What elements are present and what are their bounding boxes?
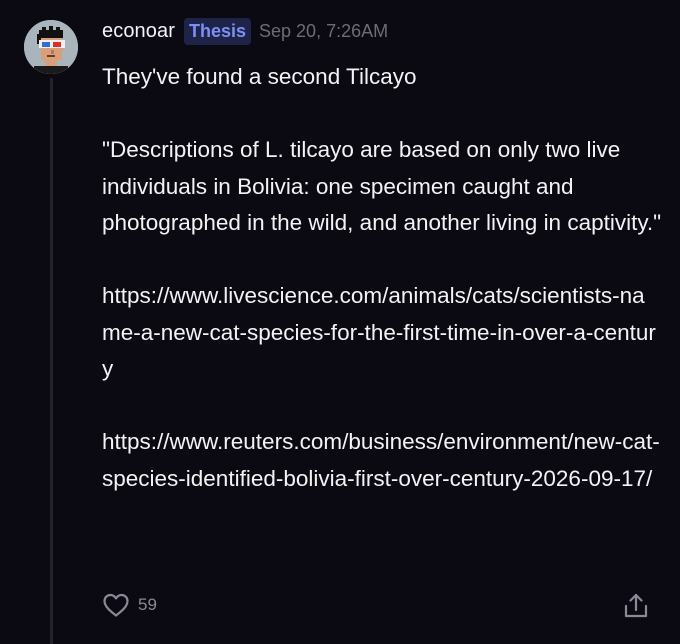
pixel-avatar-icon xyxy=(24,20,78,74)
post-actions: 59 xyxy=(100,592,660,622)
post-header: econoar Thesis Sep 20, 7:26AM xyxy=(102,16,388,46)
post-quote: "Descriptions of L. tilcayo are based on… xyxy=(102,137,662,235)
post-body: They've found a second Tilcayo "Descript… xyxy=(102,59,662,497)
post-card: econoar Thesis Sep 20, 7:26AM They've fo… xyxy=(0,0,680,644)
thread-line xyxy=(50,78,53,644)
like-button[interactable]: 59 xyxy=(102,592,157,618)
heart-icon xyxy=(103,593,129,617)
username[interactable]: econoar xyxy=(102,20,175,43)
post-link[interactable]: https://www.reuters.com/business/environ… xyxy=(102,424,662,497)
avatar[interactable] xyxy=(24,20,78,74)
share-button[interactable] xyxy=(622,592,650,625)
like-count: 59 xyxy=(138,595,157,614)
timestamp: Sep 20, 7:26AM xyxy=(259,20,389,41)
post-text: They've found a second Tilcayo xyxy=(102,64,417,89)
post-link[interactable]: https://www.livescience.com/animals/cats… xyxy=(102,278,662,388)
thesis-badge[interactable]: Thesis xyxy=(183,17,252,45)
share-upload-icon xyxy=(624,593,648,618)
